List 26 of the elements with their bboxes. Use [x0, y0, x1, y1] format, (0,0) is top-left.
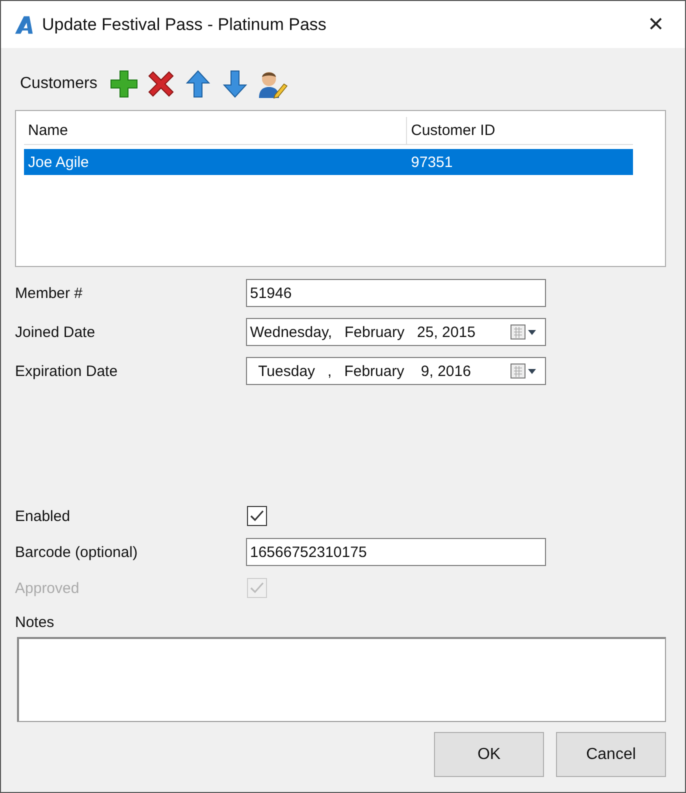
close-button[interactable]: ✕ — [633, 2, 679, 48]
field-label: Expiration Date — [15, 362, 119, 380]
field-label: Member # — [15, 284, 84, 302]
dialog-button[interactable]: Cancel — [556, 732, 666, 777]
field-label: Enabled — [15, 508, 72, 524]
window-title: Update Festival Pass - Platinum Pass — [42, 14, 326, 34]
field-label: Approved — [15, 580, 80, 596]
calendar-dropdown-icon[interactable] — [509, 363, 539, 379]
customers-label: Customers — [20, 75, 98, 93]
date-picker[interactable]: Tuesday , February 9, 2016 — [246, 357, 546, 385]
add-icon[interactable] — [108, 68, 140, 100]
notes-label: Notes — [15, 614, 56, 631]
input-field[interactable]: 51946 — [246, 279, 546, 307]
field-label: Barcode (optional) — [15, 544, 139, 560]
date-picker[interactable]: Wednesday, February 25, 2015 — [246, 318, 546, 346]
field-label: Joined Date — [15, 324, 96, 340]
notes-field[interactable] — [17, 637, 666, 722]
dialog-button[interactable]: OK — [434, 732, 544, 777]
checkbox[interactable] — [247, 506, 267, 526]
column-header[interactable]: Customer ID — [407, 117, 633, 144]
table-cell-text: Joe Agile — [27, 154, 90, 170]
column-header[interactable]: Name — [24, 117, 407, 144]
calendar-dropdown-icon[interactable] — [509, 324, 539, 340]
input-field[interactable]: 16566752310175 — [246, 538, 546, 566]
customer-row[interactable]: Joe Agile 97351 — [24, 149, 633, 175]
table-cell-text: 97351 — [410, 154, 454, 170]
